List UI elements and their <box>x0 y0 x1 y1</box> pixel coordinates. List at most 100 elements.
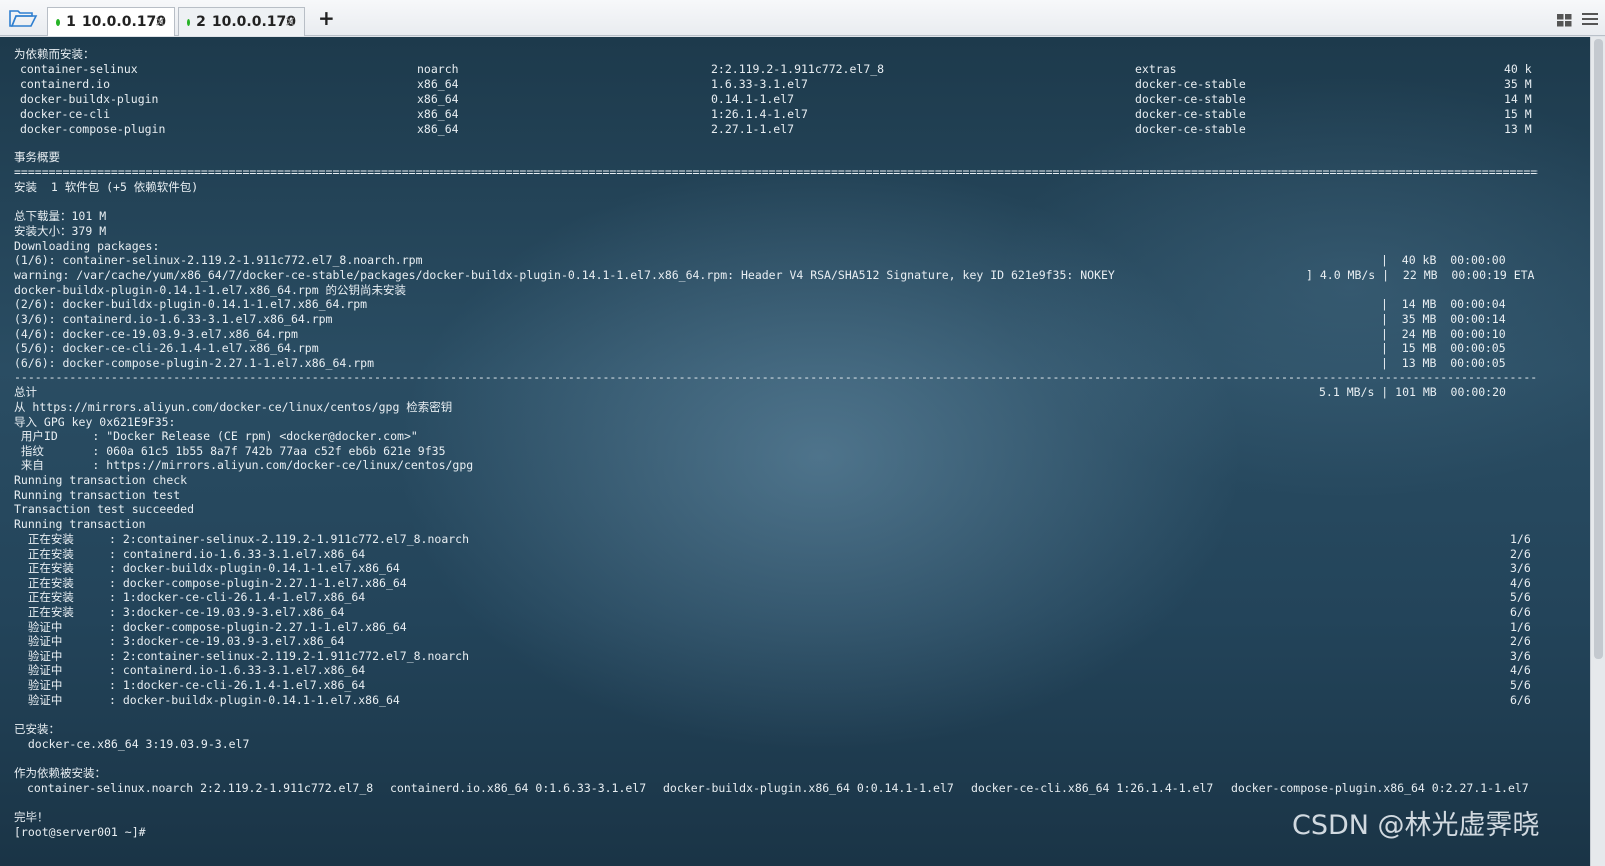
download-line: (4/6): docker-ce-19.03.9-3.el7.x86_64.rp… <box>14 327 298 341</box>
summary-header: 事务概要 <box>14 150 60 164</box>
dep-repo: docker-ce-stable <box>1135 77 1246 91</box>
install-size: 安装大小：379 M <box>14 224 107 238</box>
dash-separator: ----------------------------------------… <box>14 370 1538 384</box>
step-package: : 1:docker-ce-cli-26.1.4-1.el7.x86_64 <box>109 678 366 692</box>
installed-header: 已安装： <box>14 722 60 736</box>
step-package: : 2:container-selinux-2.119.2-1.911c772.… <box>109 649 470 663</box>
step-label: 正在安装 <box>14 532 102 546</box>
step-package: : 1:docker-ce-cli-26.1.4-1.el7.x86_64 <box>109 590 366 604</box>
step-package: : 3:docker-ce-19.03.9-3.el7.x86_64 <box>109 634 345 648</box>
gpg-line: 导入 GPG key 0x621E9F35: <box>14 415 176 429</box>
dep-pkg: container-selinux <box>20 62 138 76</box>
dep-arch: x86_64 <box>417 122 459 136</box>
download-stats: | 15 MB 00:00:05 <box>1381 341 1506 355</box>
gpg-line: 从 https://mirrors.aliyun.com/docker-ce/l… <box>14 400 453 414</box>
step-count: 1/6 <box>1510 532 1531 546</box>
close-icon[interactable]: × <box>154 14 166 30</box>
total-stats: 5.1 MB/s | 101 MB 00:00:20 <box>1319 385 1506 399</box>
dep-repo: extras <box>1135 62 1177 76</box>
download-line: (3/6): containerd.io-1.6.33-3.1.el7.x86_… <box>14 312 333 326</box>
download-line: (2/6): docker-buildx-plugin-0.14.1-1.el7… <box>14 297 368 311</box>
step-label: 验证中 <box>14 693 104 707</box>
step-package: : docker-compose-plugin-2.27.1-1.el7.x86… <box>109 576 407 590</box>
step-package: : docker-buildx-plugin-0.14.1-1.el7.x86_… <box>109 693 400 707</box>
terminal-scrollbar[interactable] <box>1590 37 1605 866</box>
transaction-line: Running transaction <box>14 517 146 531</box>
tab-session-1[interactable]: 1 10.0.0.170 × <box>47 7 175 36</box>
step-count: 2/6 <box>1510 547 1531 561</box>
step-package: : 3:docker-ce-19.03.9-3.el7.x86_64 <box>109 605 345 619</box>
dep-installed-item: docker-ce-cli.x86_64 1:26.1.4-1.el7 <box>971 781 1214 795</box>
gpg-line: 用户ID : "Docker Release (CE rpm) <docker@… <box>14 429 418 443</box>
tab-number: 1 <box>66 14 76 30</box>
step-count: 2/6 <box>1510 634 1531 648</box>
dep-installed-item: docker-buildx-plugin.x86_64 0:0.14.1-1.e… <box>663 781 954 795</box>
download-stats: | 40 kB 00:00:00 <box>1381 253 1506 267</box>
hamburger-menu-icon[interactable] <box>1582 11 1598 25</box>
grid-layout-icon[interactable] <box>1557 12 1572 27</box>
shell-prompt[interactable]: [root@server001 ~]# <box>14 825 146 840</box>
download-stats: | 24 MB 00:00:10 <box>1381 327 1506 341</box>
step-package: : docker-compose-plugin-2.27.1-1.el7.x86… <box>109 620 407 634</box>
step-count: 6/6 <box>1510 605 1531 619</box>
download-line: (1/6): container-selinux-2.119.2-1.911c7… <box>14 253 423 267</box>
transaction-line: Transaction test succeeded <box>14 502 195 516</box>
dep-version: 0.14.1-1.el7 <box>711 92 795 106</box>
step-package: : containerd.io-1.6.33-3.1.el7.x86_64 <box>109 663 366 677</box>
dep-size: 35 M <box>1504 77 1532 91</box>
step-count: 4/6 <box>1510 576 1531 590</box>
step-label: 验证中 <box>14 678 104 692</box>
dep-size: 40 k <box>1504 62 1532 76</box>
done-line: 完毕！ <box>14 810 49 824</box>
dep-repo: docker-ce-stable <box>1135 122 1246 136</box>
new-tab-button[interactable]: + <box>318 8 335 28</box>
step-label: 正在安装 <box>14 605 102 619</box>
dep-arch: x86_64 <box>417 107 459 121</box>
total-label: 总计 <box>14 385 37 399</box>
step-label: 验证中 <box>14 634 104 648</box>
dep-installed-header: 作为依赖被安装： <box>14 766 106 780</box>
step-label: 验证中 <box>14 620 104 634</box>
step-package: : containerd.io-1.6.33-3.1.el7.x86_64 <box>109 547 366 561</box>
download-line: (5/6): docker-ce-cli-26.1.4-1.el7.x86_64… <box>14 341 319 355</box>
tab-session-2[interactable]: 2 10.0.0.170 × <box>178 7 305 36</box>
installed-package: docker-ce.x86_64 3:19.03.9-3.el7 <box>14 737 250 751</box>
dep-pkg: docker-buildx-plugin <box>20 92 159 106</box>
close-icon[interactable]: × <box>284 14 296 30</box>
warning-line: warning: /var/cache/yum/x86_64/7/docker-… <box>14 268 1115 282</box>
dep-version: 1.6.33-3.1.el7 <box>711 77 808 91</box>
dep-version: 2.27.1-1.el7 <box>711 122 795 136</box>
dep-repo: docker-ce-stable <box>1135 107 1246 121</box>
terminal-output[interactable]: 为依赖而安装： container-selinux noarch 2:2.119… <box>0 37 1590 866</box>
warning-stats: ] 4.0 MB/s | 22 MB 00:00:19 ETA <box>1306 268 1535 282</box>
step-label: 正在安装 <box>14 590 102 604</box>
dep-pkg: docker-ce-cli <box>20 107 111 121</box>
install-summary: 安装 1 软件包 (+5 依赖软件包) <box>14 180 199 194</box>
tab-number: 2 <box>196 14 206 30</box>
session-tab-bar: 1 10.0.0.170 × 2 10.0.0.170 × + <box>0 0 1605 36</box>
scrollbar-thumb[interactable] <box>1594 39 1603 659</box>
dep-version: 2:2.119.2-1.911c772.el7_8 <box>711 62 885 76</box>
dep-arch: noarch <box>417 62 459 76</box>
step-count: 3/6 <box>1510 561 1531 575</box>
dep-version: 1:26.1.4-1.el7 <box>711 107 808 121</box>
folder-open-icon[interactable] <box>8 7 38 29</box>
gpg-line: 指纹 : 060a 61c5 1b55 8a7f 742b 77aa c52f … <box>14 444 446 458</box>
step-label: 验证中 <box>14 663 104 677</box>
dep-pkg: docker-compose-plugin <box>20 122 166 136</box>
dep-pkg: containerd.io <box>20 77 111 91</box>
dep-arch: x86_64 <box>417 77 459 91</box>
nokey-line: docker-buildx-plugin-0.14.1-1.el7.x86_64… <box>14 283 407 297</box>
step-label: 验证中 <box>14 649 104 663</box>
step-label: 正在安装 <box>14 547 102 561</box>
download-stats: | 14 MB 00:00:04 <box>1381 297 1506 311</box>
csdn-watermark: CSDN @林光虚霁晓 <box>1292 810 1540 841</box>
dep-installed-item: docker-compose-plugin.x86_64 0:2.27.1-1.… <box>1231 781 1529 795</box>
download-stats: | 13 MB 00:00:05 <box>1381 356 1506 370</box>
connected-status-icon <box>56 18 61 26</box>
step-count: 1/6 <box>1510 620 1531 634</box>
download-line: (6/6): docker-compose-plugin-2.27.1-1.el… <box>14 356 375 370</box>
connected-status-icon <box>187 18 191 26</box>
downloading-label: Downloading packages: <box>14 239 160 253</box>
step-label: 正在安装 <box>14 561 102 575</box>
